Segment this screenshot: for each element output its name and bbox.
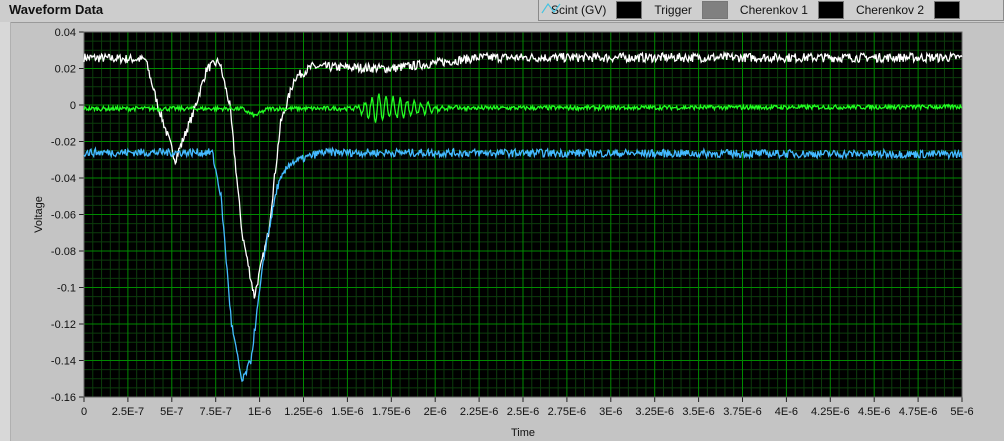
x-tick-label: 2E-6 [424, 406, 447, 418]
y-tick-label: -0.16 [51, 392, 76, 404]
waveform-graph-panel: Waveform Data Scint (GV) Trigger Cherenk… [0, 0, 1004, 441]
x-axis-label: Time [511, 427, 535, 439]
y-axis-label: Voltage [33, 196, 45, 233]
x-tick-label: 2.75E-6 [548, 406, 587, 418]
plot-svg: 0 2.5E-7 5E-7 7.5E-7 1E-6 1.25E-6 1.5E-6 1.75E-… [33, 27, 974, 439]
x-tick-label: 1.75E-6 [372, 406, 411, 418]
y-tick-label: -0.06 [51, 210, 76, 222]
y-tick-label: -0.08 [51, 246, 76, 258]
x-tick-label: 2.5E-6 [507, 406, 539, 418]
x-tick-label: 4.75E-6 [899, 406, 938, 418]
x-tick-label: 4E-6 [775, 406, 798, 418]
x-tick-label: 1.5E-6 [331, 406, 363, 418]
y-tick-label: -0.1 [57, 283, 76, 295]
y-tick-label: -0.02 [51, 137, 76, 149]
x-tick-label: 2.5E-7 [112, 406, 144, 418]
x-tick-label: 0 [81, 406, 87, 418]
y-tick-label: -0.14 [51, 356, 76, 368]
y-tick-label: -0.04 [51, 173, 76, 185]
x-tick-label: 5E-6 [950, 406, 973, 418]
x-tick-label: 2.25E-6 [460, 406, 499, 418]
x-tick-label: 7.5E-7 [199, 406, 231, 418]
x-tick-label: 3.25E-6 [635, 406, 674, 418]
x-tick-label: 4.5E-6 [858, 406, 890, 418]
y-tick-label: 0 [70, 100, 76, 112]
x-tick-label: 3E-6 [599, 406, 622, 418]
x-tick-label: 1E-6 [248, 406, 271, 418]
x-tick-label: 3.5E-6 [682, 406, 714, 418]
y-tick-label: 0.04 [55, 27, 76, 39]
x-tick-label: 3.75E-6 [723, 406, 762, 418]
y-tick-label: -0.12 [51, 319, 76, 331]
x-tick-label: 5E-7 [160, 406, 183, 418]
x-tick-label: 1.25E-6 [284, 406, 323, 418]
y-tick-label: 0.02 [55, 64, 76, 76]
x-tick-label: 4.25E-6 [811, 406, 850, 418]
